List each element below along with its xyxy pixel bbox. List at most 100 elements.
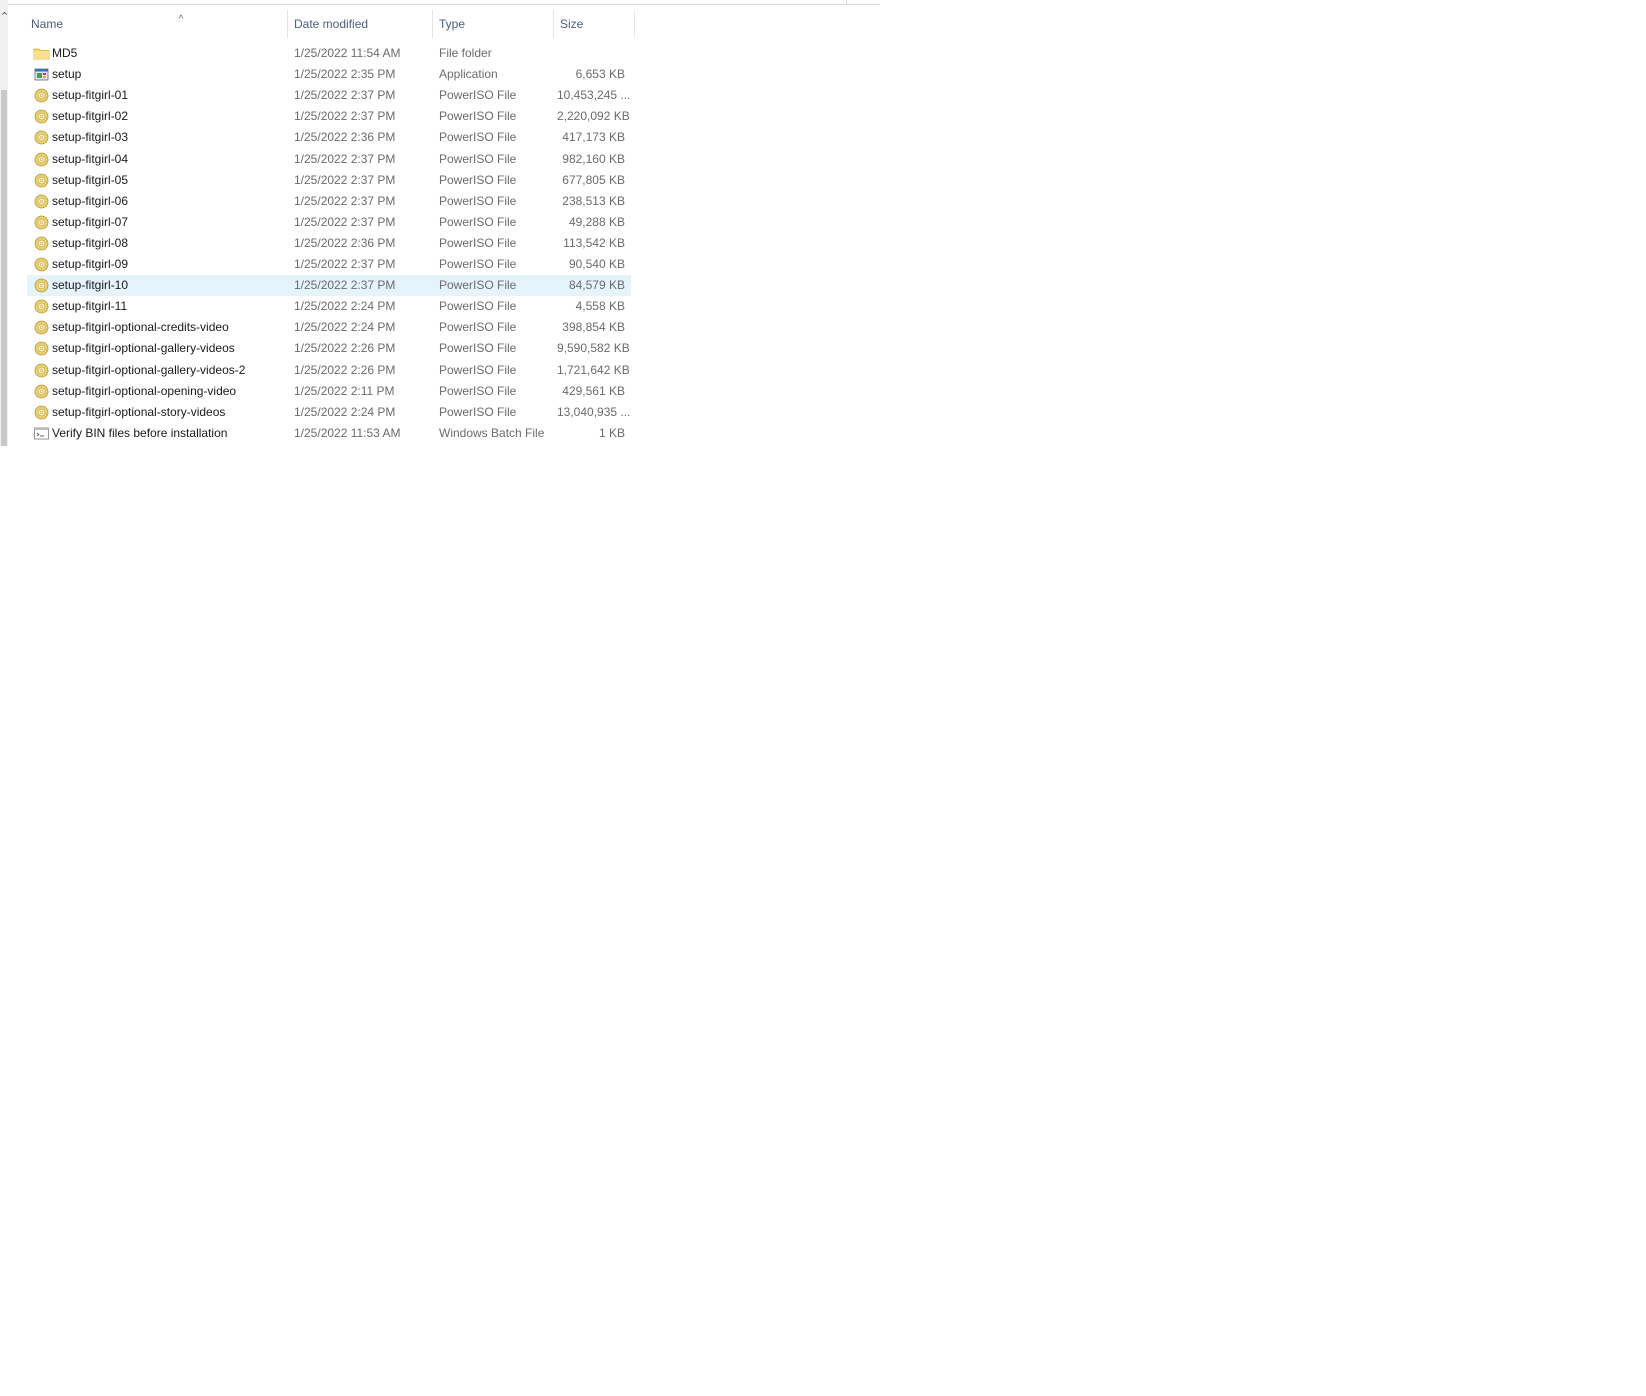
column-header-type[interactable]: Type <box>432 10 553 38</box>
file-type: Application <box>439 67 498 82</box>
navigation-pane-scrollbar[interactable]: ⌃ <box>0 0 8 446</box>
file-date-modified: 1/25/2022 2:26 PM <box>294 362 396 377</box>
file-date-modified: 1/25/2022 2:35 PM <box>294 67 396 82</box>
toolbar-edge <box>0 0 880 5</box>
file-size: 677,805 KB <box>562 172 625 187</box>
file-size: 6,653 KB <box>575 67 625 82</box>
scrollbar-thumb[interactable] <box>1 90 7 446</box>
column-header-date-label: Date modified <box>294 17 369 31</box>
file-type: PowerISO File <box>439 214 517 229</box>
file-size: 398,854 KB <box>562 320 625 335</box>
file-row[interactable]: setup 1/25/2022 2:35 PM Application 6,653 K… <box>27 64 631 85</box>
column-header-size-label: Size <box>560 17 584 31</box>
column-header-size[interactable]: Size <box>553 10 634 38</box>
file-size: 429,561 KB <box>562 383 625 398</box>
file-size: 49,288 KB <box>568 214 625 229</box>
file-date-modified: 1/25/2022 2:37 PM <box>294 278 396 293</box>
poweriso-file-icon <box>33 87 50 104</box>
file-row[interactable]: setup-fitgirl-optional-gallery-videos-2 1… <box>27 360 631 381</box>
file-name: setup <box>52 67 82 82</box>
file-name: setup-fitgirl-02 <box>52 109 129 124</box>
file-type: PowerISO File <box>439 278 517 293</box>
batch-file-icon <box>33 425 50 442</box>
file-date-modified: 1/25/2022 2:24 PM <box>294 404 396 419</box>
file-size: 417,173 KB <box>562 130 625 145</box>
poweriso-file-icon <box>33 277 50 294</box>
file-name: setup-fitgirl-08 <box>52 235 129 250</box>
poweriso-file-icon <box>33 256 50 273</box>
file-date-modified: 1/25/2022 2:37 PM <box>294 193 396 208</box>
file-row[interactable]: setup-fitgirl-10 1/25/2022 2:37 PM PowerIS… <box>27 275 631 297</box>
file-date-modified: 1/25/2022 2:37 PM <box>294 109 396 124</box>
file-date-modified: 1/25/2022 2:26 PM <box>294 341 396 356</box>
file-explorer-list-view: ⌃ Name ^ Date modified Type Size MD5 1/25… <box>0 0 880 446</box>
file-name: setup-fitgirl-07 <box>52 214 129 229</box>
file-row[interactable]: setup-fitgirl-03 1/25/2022 2:36 PM PowerIS… <box>27 127 631 148</box>
file-row[interactable]: setup-fitgirl-optional-opening-video 1/25… <box>27 381 631 402</box>
column-header-name[interactable]: Name ^ <box>25 10 287 38</box>
file-row[interactable]: setup-fitgirl-11 1/25/2022 2:24 PM PowerIS… <box>27 296 631 317</box>
toolbar-divider <box>846 0 877 4</box>
poweriso-file-icon <box>33 214 50 231</box>
file-name: setup-fitgirl-04 <box>52 151 129 166</box>
file-name: setup-fitgirl-optional-opening-video <box>52 383 237 398</box>
file-size: 1 KB <box>598 425 625 440</box>
poweriso-file-icon <box>33 404 50 421</box>
file-type: PowerISO File <box>439 151 517 166</box>
file-size: 113,542 KB <box>563 235 625 250</box>
file-date-modified: 1/25/2022 2:37 PM <box>294 257 396 271</box>
file-date-modified: 1/25/2022 2:37 PM <box>294 214 396 229</box>
file-size: 238,513 KB <box>562 193 625 208</box>
file-date-modified: 1/25/2022 2:24 PM <box>294 299 396 314</box>
file-row[interactable]: setup-fitgirl-07 1/25/2022 2:37 PM PowerIS… <box>27 212 631 233</box>
poweriso-file-icon <box>33 319 50 336</box>
file-date-modified: 1/25/2022 2:11 PM <box>294 383 395 398</box>
file-name: setup-fitgirl-03 <box>52 130 129 145</box>
file-size: 982,160 KB <box>562 151 625 166</box>
file-row[interactable]: setup-fitgirl-02 1/25/2022 2:37 PM PowerIS… <box>27 106 631 127</box>
file-row[interactable]: setup-fitgirl-09 1/25/2022 2:37 PM PowerIS… <box>27 254 631 275</box>
column-header-date-modified[interactable]: Date modified <box>287 10 432 38</box>
file-type: PowerISO File <box>439 299 517 314</box>
file-date-modified: 1/25/2022 11:53 AM <box>294 425 401 440</box>
column-header-end-divider <box>634 10 635 38</box>
file-name: setup-fitgirl-09 <box>52 257 129 271</box>
application-icon <box>33 66 50 83</box>
file-type: PowerISO File <box>439 341 517 356</box>
poweriso-file-icon <box>33 193 50 210</box>
file-name: setup-fitgirl-05 <box>52 172 129 187</box>
file-name: setup-fitgirl-10 <box>52 278 129 293</box>
poweriso-file-icon <box>33 235 50 252</box>
file-row[interactable]: setup-fitgirl-optional-gallery-videos 1/2… <box>27 338 631 359</box>
file-row[interactable]: setup-fitgirl-05 1/25/2022 2:37 PM PowerIS… <box>27 170 631 191</box>
file-type: PowerISO File <box>439 193 517 208</box>
scroll-up-arrow-icon[interactable]: ⌃ <box>0 10 8 24</box>
file-row[interactable]: setup-fitgirl-optional-credits-video 1/25… <box>27 317 631 338</box>
poweriso-file-icon <box>33 298 50 315</box>
column-header-name-label: Name <box>31 17 64 31</box>
file-size: 2,220,092 KB <box>557 109 630 124</box>
file-row[interactable]: Verify BIN files before installation 1/25… <box>27 423 631 444</box>
file-row[interactable]: setup-fitgirl-optional-story-videos 1/25/… <box>27 402 631 423</box>
file-name: setup-fitgirl-optional-story-videos <box>52 404 226 419</box>
file-row[interactable]: setup-fitgirl-08 1/25/2022 2:36 PM PowerIS… <box>27 233 631 254</box>
file-type: PowerISO File <box>439 130 517 145</box>
file-date-modified: 1/25/2022 2:36 PM <box>294 235 396 250</box>
folder-icon <box>33 45 50 62</box>
file-row[interactable]: setup-fitgirl-06 1/25/2022 2:37 PM PowerIS… <box>27 191 631 212</box>
file-size: 13,040,935 ... <box>557 404 631 419</box>
sort-ascending-icon: ^ <box>178 14 184 25</box>
poweriso-file-icon <box>33 129 50 146</box>
file-row[interactable]: setup-fitgirl-04 1/25/2022 2:37 PM PowerIS… <box>27 149 631 170</box>
file-type: PowerISO File <box>439 383 517 398</box>
file-name: setup-fitgirl-optional-gallery-videos <box>52 341 235 356</box>
file-row[interactable]: setup-fitgirl-01 1/25/2022 2:37 PM PowerIS… <box>27 85 631 106</box>
file-type: PowerISO File <box>439 320 517 335</box>
file-name: setup-fitgirl-11 <box>52 299 128 314</box>
file-type: PowerISO File <box>439 109 517 124</box>
file-type: File folder <box>439 46 492 60</box>
file-size: 9,590,582 KB <box>557 341 630 356</box>
file-type: PowerISO File <box>439 404 517 419</box>
file-row[interactable]: MD5 1/25/2022 11:54 AM File folder <box>27 43 631 64</box>
file-name: MD5 <box>52 46 78 60</box>
